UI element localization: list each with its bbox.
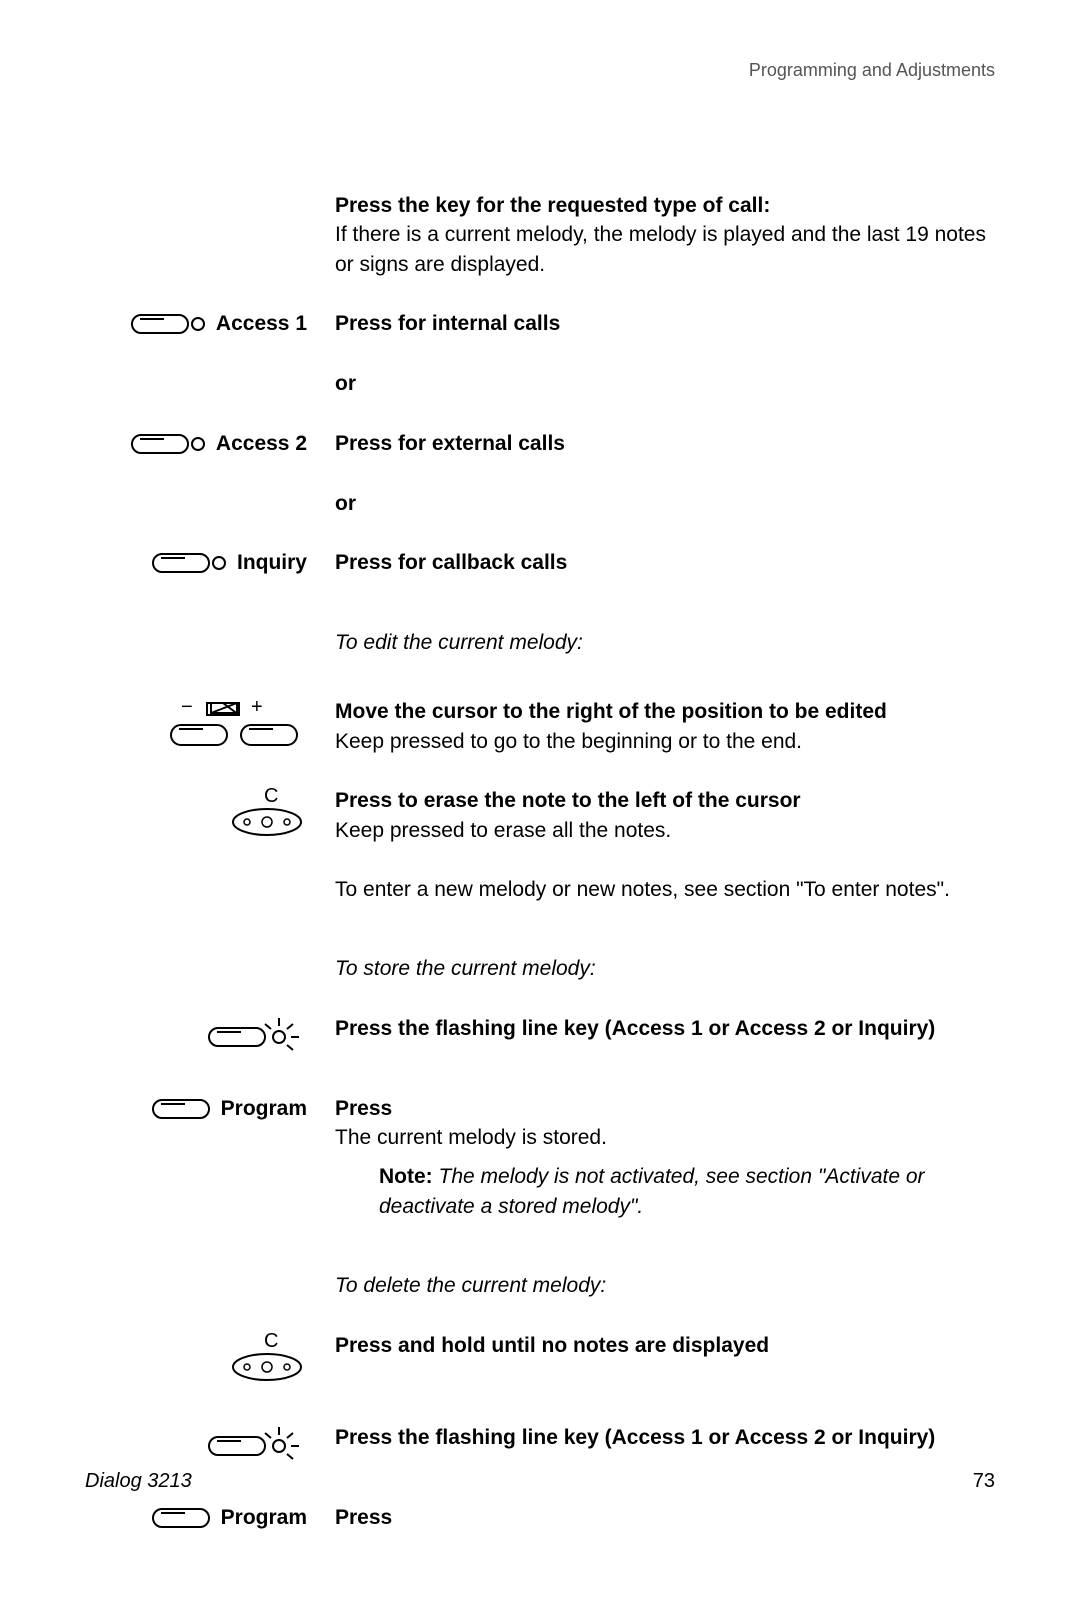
- flashing2-text: Press the flashing line key (Access 1 or…: [335, 1426, 935, 1449]
- program-key-icon: [151, 1094, 213, 1124]
- intro-bold: Press the key for the requested type of …: [335, 194, 770, 217]
- program1-label: Program: [221, 1097, 307, 1121]
- svg-text:−: −: [181, 697, 193, 718]
- access1-label: Access 1: [216, 312, 307, 336]
- erase-body: Keep pressed to erase all the notes.: [335, 819, 671, 842]
- press-hold-text: Press and hold until no notes are displa…: [335, 1334, 769, 1357]
- svg-text:C: C: [264, 1331, 278, 1352]
- enter-new-text: To enter a new melody or new notes, see …: [335, 875, 995, 904]
- inquiry-label: Inquiry: [237, 551, 307, 575]
- line-key-icon: [130, 309, 208, 339]
- program1-bold: Press: [335, 1097, 392, 1120]
- erase-bold: Press to erase the note to the left of t…: [335, 789, 801, 812]
- note-label: Note:: [379, 1165, 433, 1188]
- move-cursor-body: Keep pressed to go to the beginning or t…: [335, 730, 802, 753]
- program2-label: Program: [221, 1506, 307, 1530]
- or-text-1: or: [335, 372, 356, 395]
- nav-keys-icon: − +: [167, 697, 307, 753]
- store-melody-heading: To store the current melody:: [335, 954, 995, 983]
- line-key-icon: [130, 429, 208, 459]
- access2-label: Access 2: [216, 432, 307, 456]
- inquiry-instr: Press for callback calls: [335, 551, 567, 574]
- note-text: The melody is not activated, see section…: [379, 1165, 925, 1217]
- access1-instr: Press for internal calls: [335, 312, 560, 335]
- flashing1-text: Press the flashing line key (Access 1 or…: [335, 1017, 935, 1040]
- svg-text:C: C: [264, 786, 278, 807]
- or-text-2: or: [335, 492, 356, 515]
- edit-melody-heading: To edit the current melody:: [335, 628, 995, 657]
- delete-melody-heading: To delete the current melody:: [335, 1271, 995, 1300]
- program-key-icon: [151, 1503, 213, 1533]
- program2-bold: Press: [335, 1506, 392, 1529]
- footer-model: Dialog 3213: [85, 1470, 192, 1493]
- clear-key-icon: C: [227, 1331, 307, 1383]
- svg-text:+: +: [251, 697, 263, 718]
- line-key-icon: [151, 548, 229, 578]
- move-cursor-bold: Move the cursor to the right of the posi…: [335, 700, 887, 723]
- access2-instr: Press for external calls: [335, 432, 565, 455]
- flashing-line-key-icon: [207, 1423, 307, 1463]
- flashing-line-key-icon: [207, 1014, 307, 1054]
- clear-key-icon: C: [227, 786, 307, 838]
- page-section-header: Programming and Adjustments: [85, 60, 995, 81]
- page-number: 73: [973, 1470, 995, 1493]
- program1-body: The current melody is stored.: [335, 1126, 607, 1149]
- intro-body: If there is a current melody, the melody…: [335, 223, 986, 275]
